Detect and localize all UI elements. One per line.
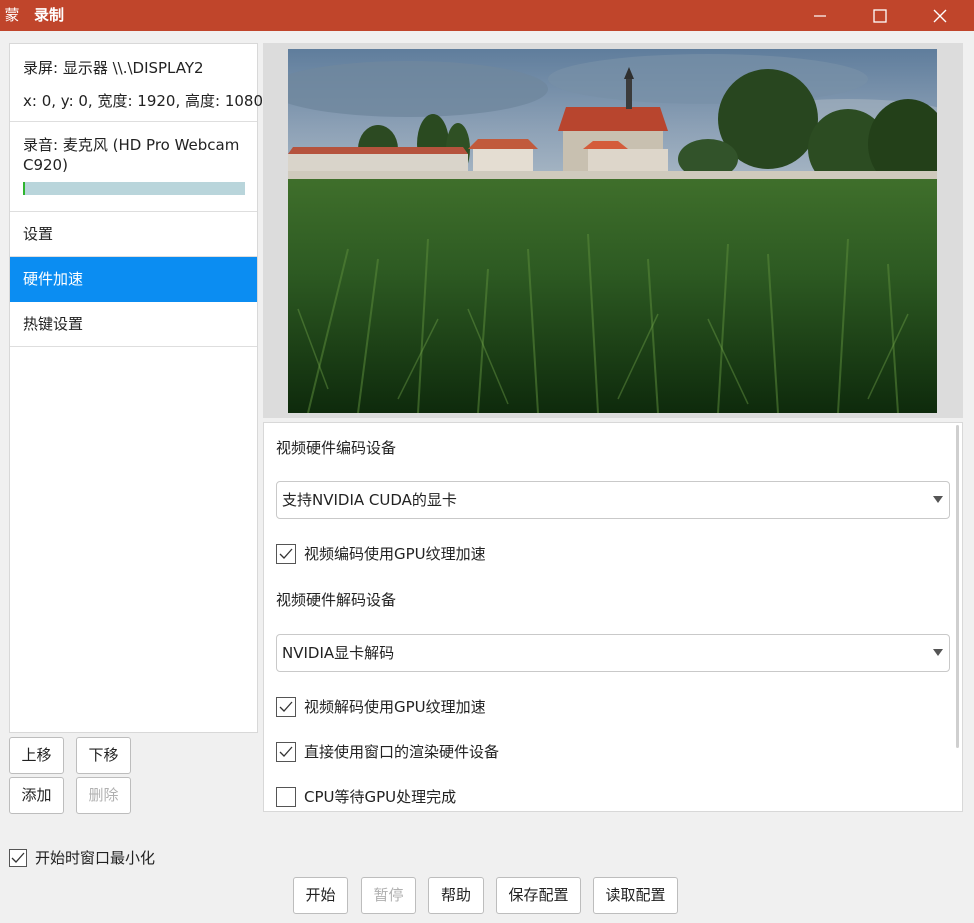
minimize-on-start-checkbox[interactable]: 开始时窗口最小化: [9, 848, 155, 868]
add-button[interactable]: 添加: [9, 777, 64, 814]
audio-source-name: 录音: 麦克风 (HD Pro Webcam: [23, 136, 240, 154]
nav-item-settings[interactable]: 设置: [10, 212, 257, 257]
encoder-gpu-texture-checkbox[interactable]: 视频编码使用GPU纹理加速: [276, 544, 486, 564]
checkbox-box[interactable]: [276, 544, 296, 564]
title-bar: 蒙 录制: [0, 0, 974, 31]
checkmark-icon: [279, 746, 293, 757]
source-panel: 录屏: 显示器 \\.\DISPLAY2 x: 0, y: 0, 宽度: 192…: [9, 43, 263, 733]
dropdown-arrow-icon: [933, 649, 943, 656]
encoder-device-select[interactable]: 支持NVIDIA CUDA的显卡: [276, 481, 950, 519]
minimize-button[interactable]: [797, 0, 843, 31]
cpu-wait-gpu-checkbox[interactable]: CPU等待GPU处理完成: [276, 787, 456, 807]
nav-item-hardware-acceleration[interactable]: 硬件加速: [10, 257, 257, 302]
nav-item-hotkeys[interactable]: 热键设置: [10, 302, 257, 347]
checkmark-icon: [279, 701, 293, 712]
load-config-button[interactable]: 读取配置: [593, 877, 678, 914]
hardware-acceleration-settings: 视频硬件编码设备 支持NVIDIA CUDA的显卡 视频编码使用GPU纹理加速 …: [263, 422, 963, 812]
close-button[interactable]: [917, 0, 963, 31]
audio-level-fill: [23, 182, 25, 195]
dropdown-arrow-icon: [933, 496, 943, 503]
minimize-icon: [814, 14, 826, 17]
app-icon: 蒙: [4, 6, 20, 24]
maximize-button[interactable]: [857, 0, 903, 31]
checkbox-box[interactable]: [276, 697, 296, 717]
maximize-icon: [873, 8, 887, 23]
checkbox-box[interactable]: [9, 849, 27, 867]
screen-source-name: 录屏: 显示器 \\.\DISPLAY2: [23, 59, 204, 77]
screen-source-item[interactable]: 录屏: 显示器 \\.\DISPLAY2 x: 0, y: 0, 宽度: 192…: [10, 44, 263, 122]
save-config-button[interactable]: 保存配置: [496, 877, 581, 914]
close-icon: [933, 9, 947, 22]
decoder-device-value: NVIDIA显卡解码: [282, 644, 395, 662]
checkmark-icon: [279, 548, 293, 559]
decoder-device-select[interactable]: NVIDIA显卡解码: [276, 634, 950, 672]
checkbox-box[interactable]: [276, 742, 296, 762]
delete-button[interactable]: 删除: [76, 777, 131, 814]
window-title: 录制: [34, 6, 65, 24]
settings-nav: 设置 硬件加速 热键设置: [10, 212, 257, 347]
help-button[interactable]: 帮助: [428, 877, 484, 914]
decoder-device-label: 视频硬件解码设备: [276, 591, 397, 609]
minimize-on-start-label: 开始时窗口最小化: [35, 849, 156, 867]
audio-level-meter: [23, 182, 245, 195]
encoder-device-value: 支持NVIDIA CUDA的显卡: [282, 491, 457, 509]
move-down-button[interactable]: 下移: [76, 737, 131, 774]
audio-source-item[interactable]: 录音: 麦克风 (HD Pro Webcam C920): [10, 122, 257, 212]
pause-button[interactable]: 暂停: [361, 877, 416, 914]
cpu-wait-gpu-label: CPU等待GPU处理完成: [304, 788, 457, 806]
encoder-device-label: 视频硬件编码设备: [276, 439, 397, 457]
decoder-gpu-texture-checkbox[interactable]: 视频解码使用GPU纹理加速: [276, 697, 486, 717]
checkbox-box[interactable]: [276, 787, 296, 807]
checkmark-icon: [11, 852, 25, 863]
start-button[interactable]: 开始: [293, 877, 348, 914]
decoder-gpu-texture-label: 视频解码使用GPU纹理加速: [304, 698, 486, 716]
settings-scrollbar[interactable]: [956, 425, 959, 748]
window-render-device-checkbox[interactable]: 直接使用窗口的渲染硬件设备: [276, 742, 499, 762]
encoder-gpu-texture-label: 视频编码使用GPU纹理加速: [304, 545, 486, 563]
move-up-button[interactable]: 上移: [9, 737, 64, 774]
preview-image: [288, 49, 937, 413]
audio-source-name-cont: C920): [23, 156, 68, 174]
screen-source-geometry: x: 0, y: 0, 宽度: 1920, 高度: 1080: [23, 92, 263, 110]
preview-area: [263, 43, 963, 418]
window-render-device-label: 直接使用窗口的渲染硬件设备: [304, 743, 500, 761]
